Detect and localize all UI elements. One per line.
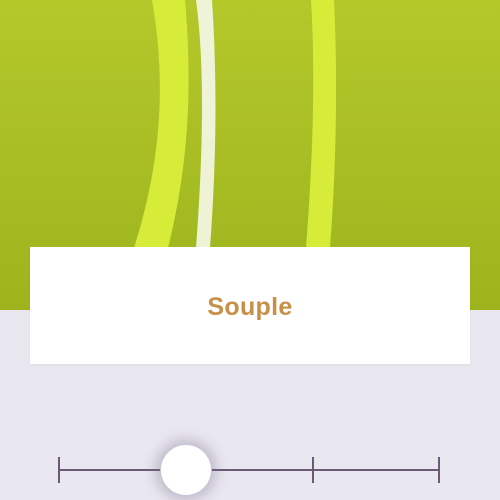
stiffness-slider[interactable] xyxy=(58,444,440,496)
card-title: Souple xyxy=(207,293,293,321)
slider-track[interactable] xyxy=(58,469,440,471)
slider-tick[interactable] xyxy=(58,457,60,483)
screen: Souple xyxy=(0,0,500,500)
slider-tick[interactable] xyxy=(312,457,314,483)
slider-thumb[interactable] xyxy=(160,444,212,496)
selection-card: Souple xyxy=(30,247,470,364)
slider-tick[interactable] xyxy=(438,457,440,483)
